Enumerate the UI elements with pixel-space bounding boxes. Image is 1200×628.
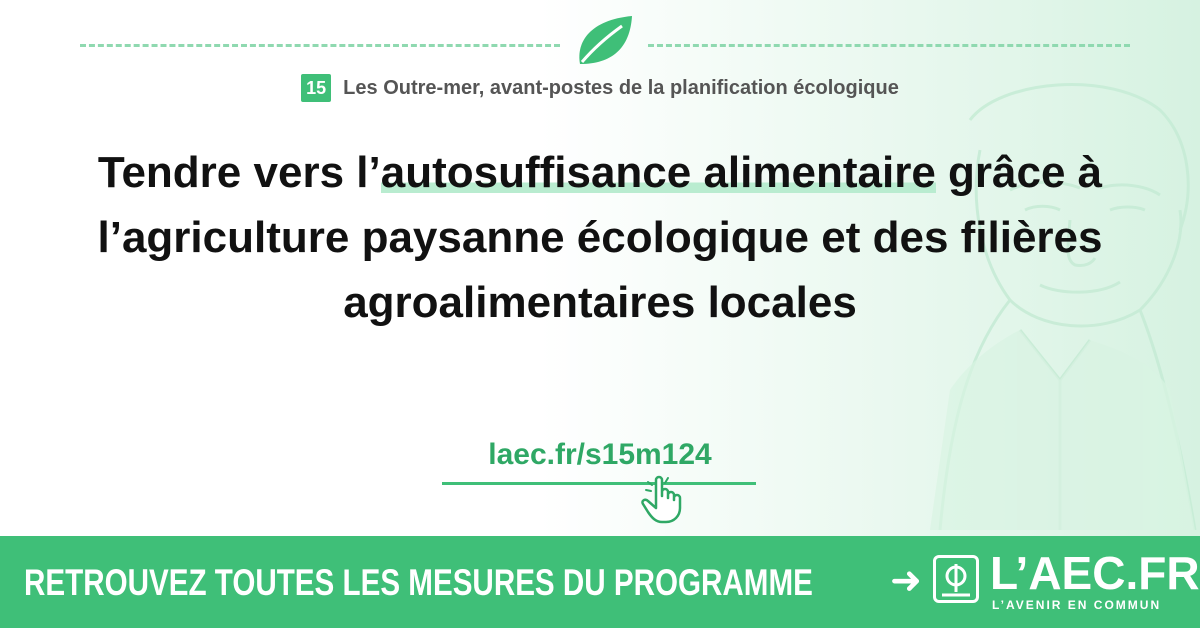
arrow-right-icon: ➜ xyxy=(890,560,922,602)
logo-tagline: L’AVENIR EN COMMUN xyxy=(992,598,1162,612)
headline: Tendre vers l’autosuffisance alimentaire… xyxy=(40,140,1160,335)
pointing-hand-icon xyxy=(641,475,682,524)
section-title: Les Outre-mer, avant-postes de la planif… xyxy=(343,76,899,99)
phi-logo-icon xyxy=(933,555,979,603)
headline-part1: Tendre vers l’ xyxy=(97,148,381,197)
link-underline xyxy=(442,482,756,485)
logo-wordmark[interactable]: L’AEC.FR xyxy=(990,548,1200,598)
section-number-badge: 15 xyxy=(301,74,332,102)
banner-call-to-action[interactable]: RETROUVEZ TOUTES LES MESURES DU PROGRAMM… xyxy=(24,562,813,604)
divider-right xyxy=(648,44,1130,47)
footer-banner[interactable]: RETROUVEZ TOUTES LES MESURES DU PROGRAMM… xyxy=(0,536,1200,628)
section-header: 15 Les Outre-mer, avant-postes de la pla… xyxy=(0,74,1200,102)
headline-highlight: autosuffisance alimentaire xyxy=(380,148,936,197)
divider-left xyxy=(80,44,560,47)
leaf-icon xyxy=(579,16,632,64)
program-link[interactable]: laec.fr/s15m124 xyxy=(440,438,760,472)
